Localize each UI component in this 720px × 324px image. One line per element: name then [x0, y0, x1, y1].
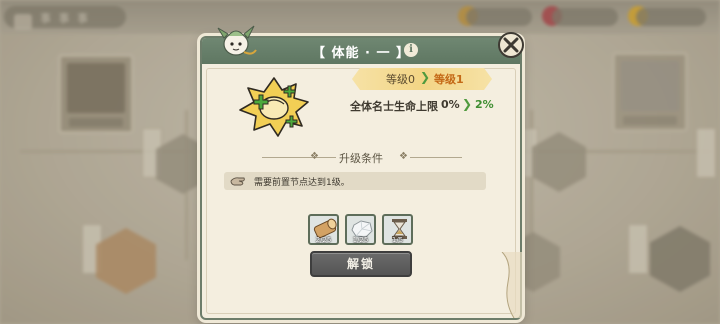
close-button[interactable]	[498, 32, 524, 58]
cost-count: 2/25	[315, 236, 332, 244]
stat-label: 全体名士生命上限	[350, 100, 438, 113]
cost-item-wood[interactable]: 2/25	[308, 214, 339, 245]
condition-row: 需要前置节点达到1级。	[224, 172, 486, 190]
cost-count: 1/5	[391, 236, 404, 244]
talent-upgrade-dialog: 【 体能 · 一 】 i 等级0 ❯ 等级1 全体名士生命上限 0% ❯ 2% …	[200, 25, 524, 320]
unlock-button[interactable]: 解锁	[310, 251, 412, 277]
cost-item-stone[interactable]: 1/25	[345, 214, 376, 245]
info-icon[interactable]: i	[404, 43, 418, 57]
cost-count: 1/25	[352, 236, 369, 244]
stat-current-value: 0%	[441, 98, 460, 111]
fist-buff-icon	[239, 77, 309, 137]
current-level: 等级0	[386, 73, 415, 86]
condition-text: 需要前置节点达到1级。	[254, 178, 350, 188]
diamond-icon: ❖	[399, 151, 408, 162]
next-level: 等级1	[434, 73, 464, 86]
cost-item-hourglass[interactable]: 1/5	[382, 214, 413, 245]
page-curl-decoration	[501, 252, 522, 318]
stat-arrow-icon: ❯	[462, 97, 473, 111]
hand-icon	[230, 177, 245, 186]
mascot-icon	[217, 25, 257, 56]
level-arrow-icon: ❯	[420, 70, 431, 84]
section-title: 升级条件	[339, 152, 383, 165]
close-icon	[503, 37, 519, 53]
stat-next-value: 2%	[475, 98, 494, 111]
